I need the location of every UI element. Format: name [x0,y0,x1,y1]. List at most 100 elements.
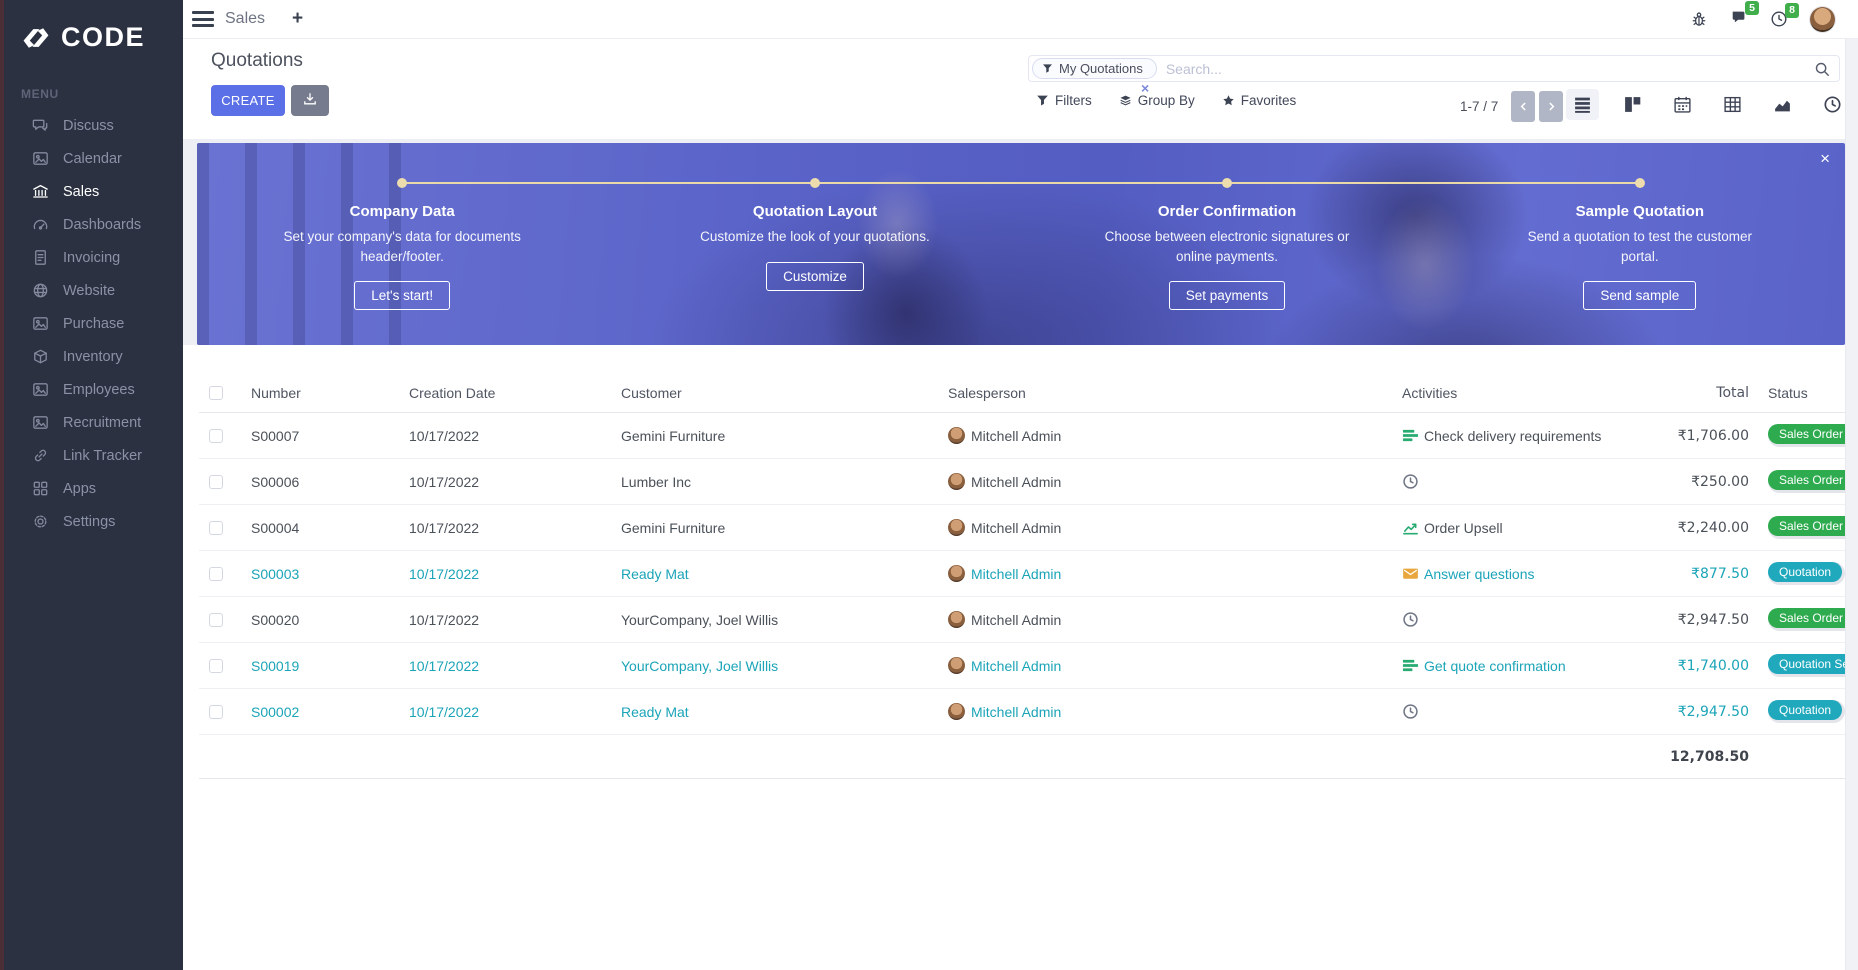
app-logo[interactable]: CODE [0,0,183,53]
table-footer: 12,708.50 [199,735,1845,779]
onboarding-step-sample-quotation: Sample Quotation Send a quotation to tes… [1515,203,1765,310]
sidebar-item[interactable]: Discuss [0,109,183,142]
sidebar-item[interactable]: Link Tracker [0,439,183,472]
row-checkbox[interactable] [209,475,223,489]
banner-close-icon[interactable]: × [1820,150,1830,167]
lets-start-button[interactable]: Let's start! [354,281,450,310]
activity-label[interactable]: Answer questions [1424,566,1535,582]
pager-previous-button[interactable] [1511,91,1535,122]
total-amount: ₹877.50 [1564,566,1749,582]
envelope-icon[interactable] [1402,565,1419,582]
list-view-button[interactable] [1566,89,1599,120]
column-header-creation-date[interactable]: Creation Date [391,385,603,401]
sidebar-item[interactable]: Apps [0,472,183,505]
activity-label[interactable]: Order Upsell [1424,520,1503,536]
banner-strip: × Company Data Set your company's data f… [183,139,1858,345]
total-amount: ₹1,740.00 [1564,658,1749,674]
quotation-number: S00007 [233,428,391,444]
menu-toggle-icon[interactable] [192,11,214,27]
row-checkbox[interactable] [209,567,223,581]
sidebar-item-label: Website [63,283,115,299]
status-badge: Sales Order [1768,470,1845,493]
list-check-icon[interactable] [1402,657,1419,674]
add-tab-button[interactable]: + [292,8,303,30]
total-amount: ₹2,947.50 [1564,704,1749,720]
sidebar-item[interactable]: Dashboards [0,208,183,241]
search-bar[interactable]: My Quotations × Search... [1028,55,1840,82]
set-payments-button[interactable]: Set payments [1169,281,1286,310]
status-badge: Quotation Sent [1768,654,1845,677]
broken-image-icon [30,380,50,400]
table-row[interactable]: S00006 10/17/2022 Lumber Inc Mitchell Ad… [199,459,1845,505]
pivot-view-button[interactable] [1716,89,1749,120]
row-checkbox[interactable] [209,521,223,535]
pager-next-button[interactable] [1539,91,1563,122]
list-check-icon[interactable] [1402,427,1419,444]
sidebar-item[interactable]: Inventory [0,340,183,373]
status-badge-label: Sales Order [1768,516,1845,536]
sidebar-item[interactable]: Calendar [0,142,183,175]
send-sample-button[interactable]: Send sample [1583,281,1696,310]
debug-bug-icon[interactable] [1690,10,1708,28]
column-header-status[interactable]: Status [1749,385,1845,401]
clock-icon[interactable] [1402,473,1419,490]
table-row[interactable]: S00004 10/17/2022 Gemini Furniture Mitch… [199,505,1845,551]
current-app-name[interactable]: Sales [225,10,265,28]
sidebar-item[interactable]: Employees [0,373,183,406]
sidebar-item[interactable]: Settings [0,505,183,538]
customer-name: YourCompany, Joel Willis [603,612,930,628]
group-by-label: Group By [1138,93,1195,108]
create-button[interactable]: CREATE [211,85,285,116]
column-header-total[interactable]: Total [1564,385,1749,401]
row-checkbox[interactable] [209,429,223,443]
activity-label[interactable]: Get quote confirmation [1424,658,1566,674]
column-header-customer[interactable]: Customer [603,385,930,401]
list-view-icon [1573,95,1592,114]
select-all-checkbox[interactable] [209,386,223,400]
customize-button[interactable]: Customize [766,262,864,291]
search-icon[interactable] [1814,61,1830,77]
calendar-view-button[interactable] [1666,89,1699,120]
systray: 5 8 [1690,7,1846,32]
clock-icon[interactable] [1402,611,1419,628]
salesperson-avatar [948,611,965,628]
table-row[interactable]: S00007 10/17/2022 Gemini Furniture Mitch… [199,413,1845,459]
total-amount: ₹2,947.50 [1564,612,1749,628]
filters-button[interactable]: Filters [1036,93,1092,108]
table-row[interactable]: S00002 10/17/2022 Ready Mat Mitchell Adm… [199,689,1845,735]
salesperson-name: Mitchell Admin [971,566,1061,582]
table-row[interactable]: S00019 10/17/2022 YourCompany, Joel Will… [199,643,1845,689]
clock-icon[interactable] [1402,703,1419,720]
activities-icon[interactable]: 8 [1770,10,1788,28]
row-checkbox[interactable] [209,613,223,627]
table-row[interactable]: S00020 10/17/2022 YourCompany, Joel Will… [199,597,1845,643]
group-by-button[interactable]: Group By [1119,93,1195,108]
sidebar-item[interactable]: Website [0,274,183,307]
favorites-button[interactable]: Favorites [1222,93,1297,108]
sidebar-item[interactable]: Sales [0,175,183,208]
kanban-view-button[interactable] [1616,89,1649,120]
column-header-salesperson[interactable]: Salesperson [930,385,1384,401]
onboarding-step-order-confirmation: Order Confirmation Choose between electr… [1102,203,1352,310]
search-facet[interactable]: My Quotations [1032,58,1157,79]
row-checkbox[interactable] [209,705,223,719]
sidebar-item[interactable]: Purchase [0,307,183,340]
table-row[interactable]: S00003 10/17/2022 Ready Mat Mitchell Adm… [199,551,1845,597]
column-header-activities[interactable]: Activities [1384,385,1564,401]
row-checkbox[interactable] [209,659,223,673]
sidebar-item-label: Sales [63,184,99,200]
column-header-number[interactable]: Number [233,385,391,401]
search-input[interactable]: Search... [1166,61,1222,77]
table-body: S00007 10/17/2022 Gemini Furniture Mitch… [199,413,1845,735]
sidebar-item-label: Discuss [63,118,114,134]
scrollbar-gutter[interactable] [1845,39,1858,970]
export-button[interactable] [291,85,329,116]
chart-line-icon[interactable] [1402,519,1419,536]
page-title: Quotations [211,50,303,72]
messages-icon[interactable]: 5 [1730,8,1748,31]
user-avatar[interactable] [1810,7,1835,32]
graph-view-button[interactable] [1766,89,1799,120]
sidebar-item[interactable]: Invoicing [0,241,183,274]
pivot-view-icon [1723,95,1742,114]
sidebar-item[interactable]: Recruitment [0,406,183,439]
